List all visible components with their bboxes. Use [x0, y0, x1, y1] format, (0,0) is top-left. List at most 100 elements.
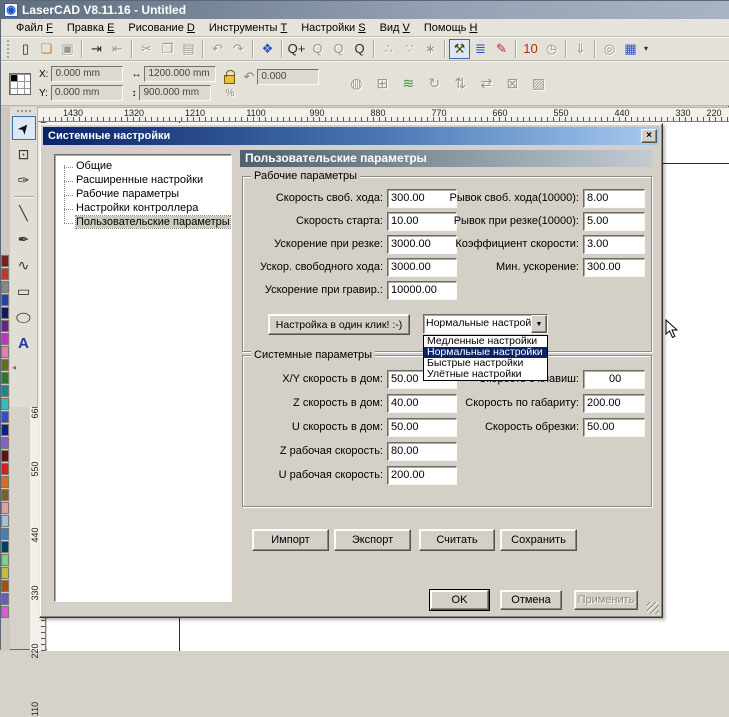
nav-item-general[interactable]: Общие	[55, 160, 231, 174]
shape-edit-tool[interactable]: ✑	[12, 168, 36, 192]
palette-color[interactable]	[1, 385, 9, 397]
ellipse-tool[interactable]: ◯	[12, 305, 36, 329]
param-input[interactable]: 10000.00	[387, 281, 457, 300]
param-input[interactable]: 3.00	[583, 235, 645, 254]
param-input[interactable]: 50.00	[583, 418, 645, 437]
preset-combobox[interactable]: Нормальные настройки ▼	[423, 314, 548, 334]
resize-grip[interactable]	[647, 602, 659, 614]
param-input[interactable]: 200.00	[387, 466, 457, 485]
param-input[interactable]: 5.00	[583, 212, 645, 231]
preview-icon[interactable]: ▦	[620, 39, 641, 59]
rect-tool[interactable]: ▭	[12, 279, 36, 303]
one-click-setup-button[interactable]: Настройка в один клик! :-)	[268, 314, 410, 335]
param-input[interactable]: 00	[583, 370, 645, 389]
anchor-grid-icon[interactable]	[9, 73, 31, 95]
palette-color[interactable]	[1, 359, 9, 371]
preset-option-slow[interactable]: Медленные настройки	[424, 336, 547, 347]
menu-edit[interactable]: Правка E	[60, 20, 122, 36]
rotation-input[interactable]: 0.000	[257, 69, 319, 85]
nav-item-advanced[interactable]: Расширенные настройки	[55, 174, 231, 188]
palette-color[interactable]	[1, 606, 9, 618]
zoom-page-icon[interactable]: Q	[349, 39, 370, 59]
preset-option-fast[interactable]: Быстрые настройки	[424, 358, 547, 369]
ok-button[interactable]: OK	[430, 590, 489, 610]
menu-file[interactable]: Файл F	[9, 20, 60, 36]
param-input[interactable]: 80.00	[387, 442, 457, 461]
palette-color[interactable]	[1, 502, 9, 514]
palette-color[interactable]	[1, 528, 9, 540]
param-input[interactable]: 200.00	[583, 394, 645, 413]
menu-draw[interactable]: Рисование D	[121, 20, 201, 36]
palette-color[interactable]	[1, 320, 9, 332]
palette-color[interactable]	[1, 398, 9, 410]
import-button[interactable]: Импорт	[252, 529, 329, 551]
object-list-icon[interactable]: ≣	[470, 39, 491, 59]
menu-view[interactable]: Вид V	[373, 20, 417, 36]
palette-color[interactable]	[1, 346, 9, 358]
machine-settings-icon[interactable]: ⚒	[449, 39, 470, 59]
palette-color[interactable]	[1, 268, 9, 280]
palette-color[interactable]	[1, 450, 9, 462]
preset-option-normal[interactable]: Нормальные настройки	[424, 347, 547, 358]
height-input[interactable]: 900.000 mm	[139, 85, 211, 101]
save-button[interactable]: Сохранить	[500, 529, 577, 551]
pan-icon[interactable]: ❖	[257, 39, 278, 59]
palette-color[interactable]	[1, 372, 9, 384]
new-icon[interactable]: ▯	[15, 39, 36, 59]
palette-color[interactable]	[1, 437, 9, 449]
width-input[interactable]: 1200.000 mm	[144, 66, 216, 82]
palette-color[interactable]	[1, 593, 9, 605]
menu-tools[interactable]: Инструменты T	[202, 20, 294, 36]
read-button[interactable]: Считать	[419, 529, 495, 551]
menu-settings[interactable]: Настройки S	[294, 20, 372, 36]
palette-color[interactable]	[1, 255, 9, 267]
polyline-tool[interactable]: ∿	[12, 253, 36, 277]
menu-help[interactable]: Помощь H	[417, 20, 485, 36]
pen-tool[interactable]: ✒	[12, 227, 36, 251]
nav-item-user-params[interactable]: Пользовательские параметры	[55, 216, 231, 230]
zoom-out-icon: Q	[307, 39, 328, 59]
palette-color[interactable]	[1, 411, 9, 423]
palette-color[interactable]	[1, 541, 9, 553]
path-order-icon[interactable]: 10	[520, 39, 541, 59]
line-tool[interactable]: ╲	[12, 201, 36, 225]
text-tool[interactable]: A	[12, 331, 36, 355]
x-input[interactable]: 0.000 mm	[51, 66, 123, 82]
export-button[interactable]: Экспорт	[334, 529, 411, 551]
palette-color[interactable]	[1, 281, 9, 293]
cancel-button[interactable]: Отмена	[500, 590, 562, 610]
dialog-titlebar[interactable]: Системные настройки ×	[43, 127, 659, 145]
toolbar-grip[interactable]	[7, 40, 11, 58]
palette-color[interactable]	[1, 580, 9, 592]
palette-color[interactable]	[1, 489, 9, 501]
nav-item-work-params[interactable]: Рабочие параметры	[55, 188, 231, 202]
y-input[interactable]: 0.000 mm	[51, 85, 123, 101]
toolbar-grip[interactable]	[17, 110, 31, 112]
close-icon[interactable]: ×	[641, 129, 657, 143]
palette-color[interactable]	[1, 463, 9, 475]
nav-item-controller[interactable]: Настройки контроллера	[55, 202, 231, 216]
color-sort-icon[interactable]: ≋	[397, 73, 419, 94]
import-icon[interactable]: ⇥	[86, 39, 107, 59]
palette-color[interactable]	[1, 515, 9, 527]
palette-color[interactable]	[1, 333, 9, 345]
palette-color[interactable]	[1, 554, 9, 566]
palette-color[interactable]	[1, 424, 9, 436]
zoom-in-icon[interactable]: Q+	[286, 39, 307, 59]
select-tool[interactable]: ➤	[12, 116, 36, 140]
toolbar-overflow-icon[interactable]: ▾	[641, 39, 651, 59]
palette-color[interactable]	[1, 476, 9, 488]
palette-color[interactable]	[1, 307, 9, 319]
node-select-tool[interactable]: ⊡	[12, 142, 36, 166]
param-input[interactable]: 300.00	[583, 258, 645, 277]
palette-color[interactable]	[1, 567, 9, 579]
palette-color[interactable]	[1, 294, 9, 306]
preset-option-crazy[interactable]: Улётные настройки	[424, 369, 547, 380]
lock-icon[interactable]	[224, 75, 235, 84]
chevron-down-icon[interactable]: ▼	[531, 315, 547, 333]
window-titlebar[interactable]: ◉ LaserCAD V8.11.16 - Untitled	[1, 1, 729, 19]
param-input[interactable]: 8.00	[583, 189, 645, 208]
rotate-reset-icon[interactable]: ↶	[243, 69, 254, 85]
open-icon[interactable]: ❏	[36, 39, 57, 59]
pick-icon[interactable]: ✎	[491, 39, 512, 59]
